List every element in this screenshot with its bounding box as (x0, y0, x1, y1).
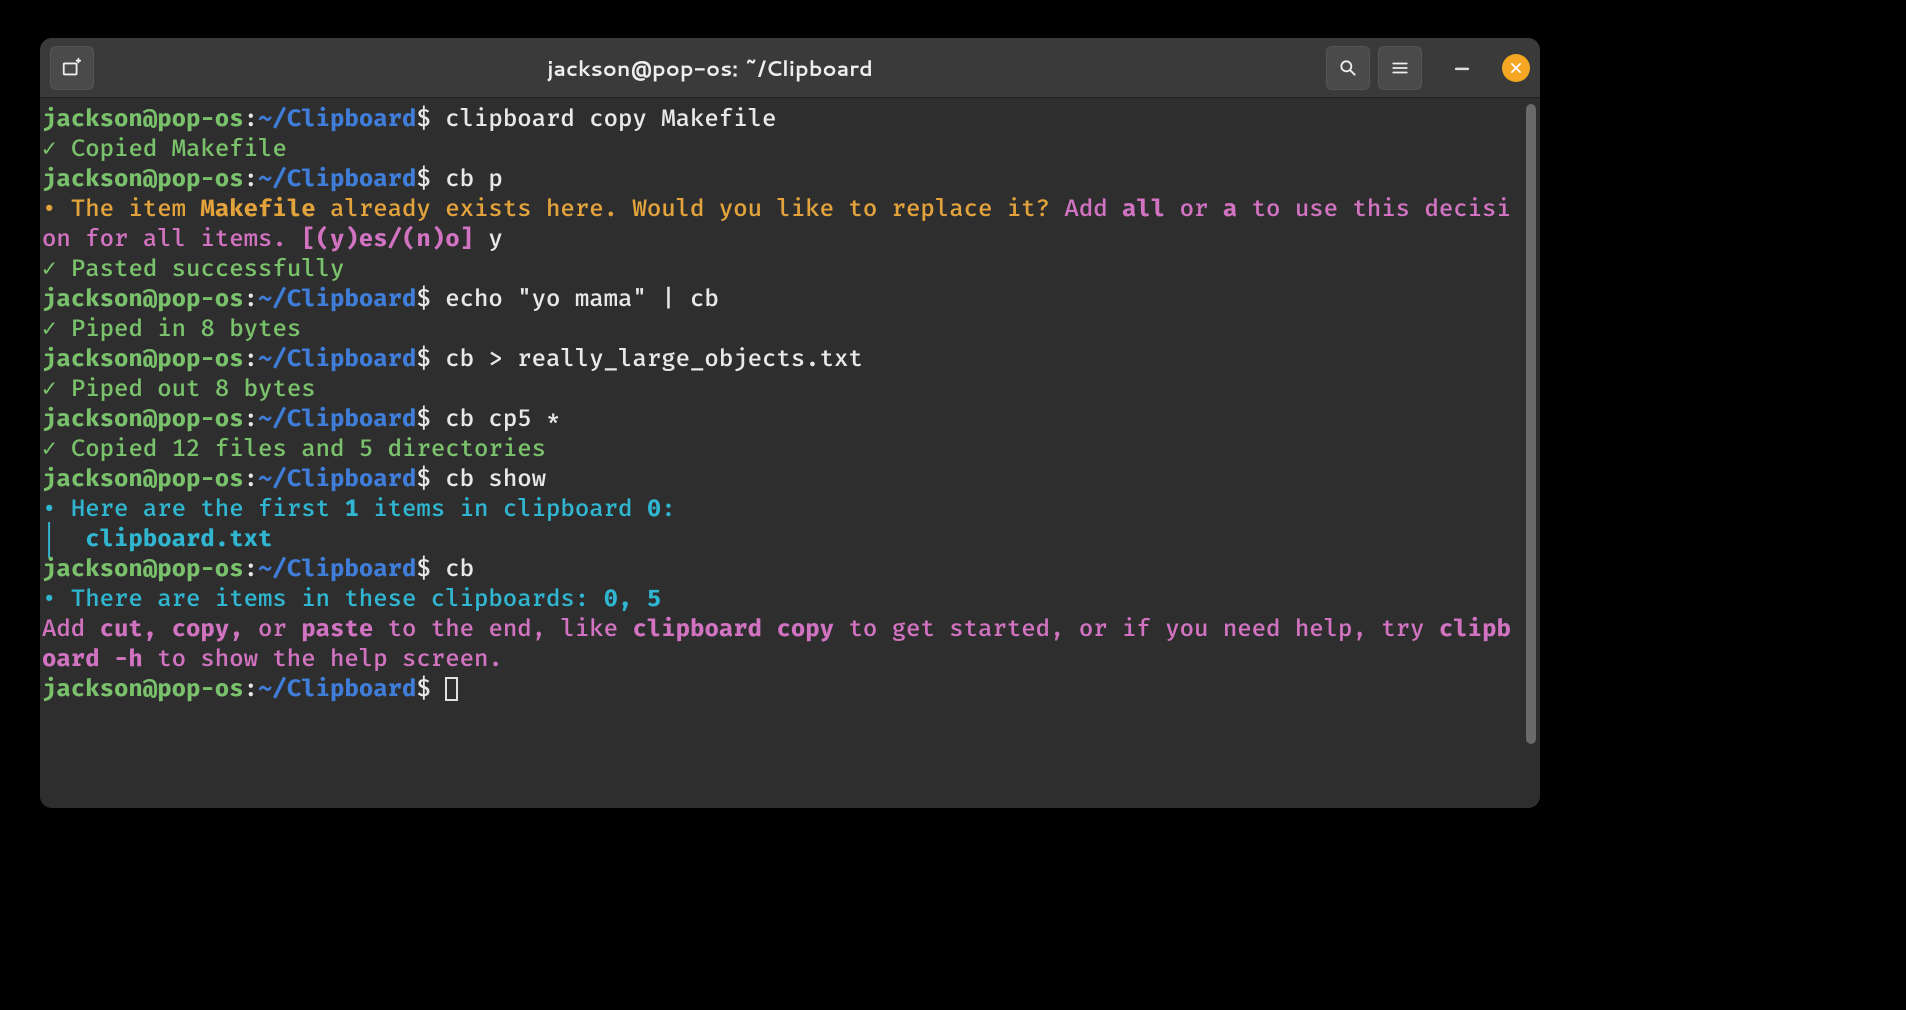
prompt-user-host: jackson@pop-os (42, 465, 244, 493)
prompt-sep: : (244, 405, 258, 433)
prompt-sigil: $ (416, 345, 430, 373)
new-tab-button[interactable] (50, 46, 94, 90)
output-text: a (1223, 195, 1237, 223)
prompt-sep: : (244, 555, 258, 583)
hamburger-icon (1391, 59, 1409, 77)
command-text: clipboard copy Makefile (445, 105, 776, 133)
prompt-sigil: $ (416, 165, 430, 193)
output-text: Copied Makefile (71, 135, 287, 163)
scrollbar-thumb[interactable] (1526, 104, 1536, 744)
check-icon: ✓ (42, 255, 71, 283)
prompt-sep: : (244, 105, 258, 133)
output-text: : (661, 495, 675, 523)
output-text: to show the help screen. (143, 645, 503, 673)
prompt-cwd: ~/Clipboard (258, 105, 416, 133)
output-text: paste (301, 615, 373, 643)
output-text: Piped in 8 bytes (71, 315, 301, 343)
prompt-sep: : (244, 285, 258, 313)
prompt-sigil: $ (416, 555, 430, 583)
output-text: Here are the first (71, 495, 345, 523)
check-icon: ✓ (42, 135, 71, 163)
prompt-sigil: $ (416, 285, 430, 313)
output-text: There are items in these clipboards: (71, 585, 604, 613)
prompt-user-host: jackson@pop-os (42, 555, 244, 583)
list-item: clipboard.txt (85, 525, 272, 553)
output-text: Add (42, 615, 100, 643)
list-bar: │ (42, 525, 85, 553)
check-icon: ✓ (42, 375, 71, 403)
output-text: Piped out 8 bytes (71, 375, 316, 403)
prompt-cwd: ~/Clipboard (258, 345, 416, 373)
close-icon (1509, 61, 1523, 75)
prompt-user-host: jackson@pop-os (42, 675, 244, 703)
output-text: already exists here. Would you like to r… (316, 195, 1050, 223)
bullet-icon: • (42, 195, 71, 223)
command-text: cb p (445, 165, 503, 193)
prompt-user-host: jackson@pop-os (42, 165, 244, 193)
minimize-button[interactable] (1448, 54, 1476, 82)
prompt-cwd: ~/Clipboard (258, 165, 416, 193)
output-text: Copied 12 files and 5 directories (71, 435, 546, 463)
output-text: or (1165, 195, 1223, 223)
prompt-cwd: ~/Clipboard (258, 405, 416, 433)
prompt-cwd: ~/Clipboard (258, 675, 416, 703)
search-icon (1338, 58, 1358, 78)
minimize-icon (1452, 58, 1472, 78)
prompt-sigil: $ (416, 465, 430, 493)
prompt-sep: : (244, 675, 258, 703)
prompt-user-host: jackson@pop-os (42, 345, 244, 373)
cursor (445, 677, 458, 701)
scrollbar[interactable] (1524, 98, 1538, 808)
output-text: The item (71, 195, 201, 223)
command-text: echo "yo mama" | cb (445, 285, 719, 313)
output-text: 1 (344, 495, 358, 523)
window-title: jackson@pop-os: ~/Clipboard (104, 53, 1316, 83)
output-text: cut (100, 615, 143, 643)
output-text: , (229, 615, 258, 643)
output-text: Add (1050, 195, 1122, 223)
output-text: to the end, like (373, 615, 632, 643)
prompt-sep: : (244, 165, 258, 193)
terminal-content[interactable]: jackson@pop-os:~/Clipboard$ clipboard co… (40, 98, 1524, 808)
bullet-icon: • (42, 495, 71, 523)
output-text: Pasted successfully (71, 255, 345, 283)
command-text: cb > really_large_objects.txt (445, 345, 863, 373)
menu-button[interactable] (1378, 46, 1422, 90)
prompt-sep: : (244, 465, 258, 493)
user-input: y (474, 225, 503, 253)
output-text: Makefile (200, 195, 315, 223)
output-text: to get started, or if you need help, try (834, 615, 1439, 643)
command-text: cb show (445, 465, 546, 493)
output-text: [(y)es/(n)o] (301, 225, 474, 253)
prompt-sigil: $ (416, 405, 430, 433)
prompt-sigil: $ (416, 675, 430, 703)
prompt-cwd: ~/Clipboard (258, 465, 416, 493)
prompt-user-host: jackson@pop-os (42, 285, 244, 313)
prompt-cwd: ~/Clipboard (258, 285, 416, 313)
output-text: 0 (647, 495, 661, 523)
prompt-cwd: ~/Clipboard (258, 555, 416, 583)
output-text: or (258, 615, 301, 643)
search-button[interactable] (1326, 46, 1370, 90)
output-text: , (143, 615, 172, 643)
bullet-icon: • (42, 585, 71, 613)
command-text: cb (445, 555, 474, 583)
command-text: cb cp5 * (445, 405, 560, 433)
output-text: all (1122, 195, 1165, 223)
prompt-user-host: jackson@pop-os (42, 105, 244, 133)
titlebar: jackson@pop-os: ~/Clipboard (40, 38, 1540, 98)
output-text: clipboard copy (632, 615, 834, 643)
terminal-window: jackson@pop-os: ~/Clipboard (40, 38, 1540, 808)
output-text: items in clipboard (359, 495, 647, 523)
close-button[interactable] (1502, 54, 1530, 82)
output-text: copy (172, 615, 230, 643)
prompt-user-host: jackson@pop-os (42, 405, 244, 433)
new-tab-icon (61, 57, 83, 79)
check-icon: ✓ (42, 315, 71, 343)
prompt-sep: : (244, 345, 258, 373)
check-icon: ✓ (42, 435, 71, 463)
output-text: 0, 5 (604, 585, 662, 613)
terminal-body[interactable]: jackson@pop-os:~/Clipboard$ clipboard co… (40, 98, 1540, 808)
prompt-sigil: $ (416, 105, 430, 133)
